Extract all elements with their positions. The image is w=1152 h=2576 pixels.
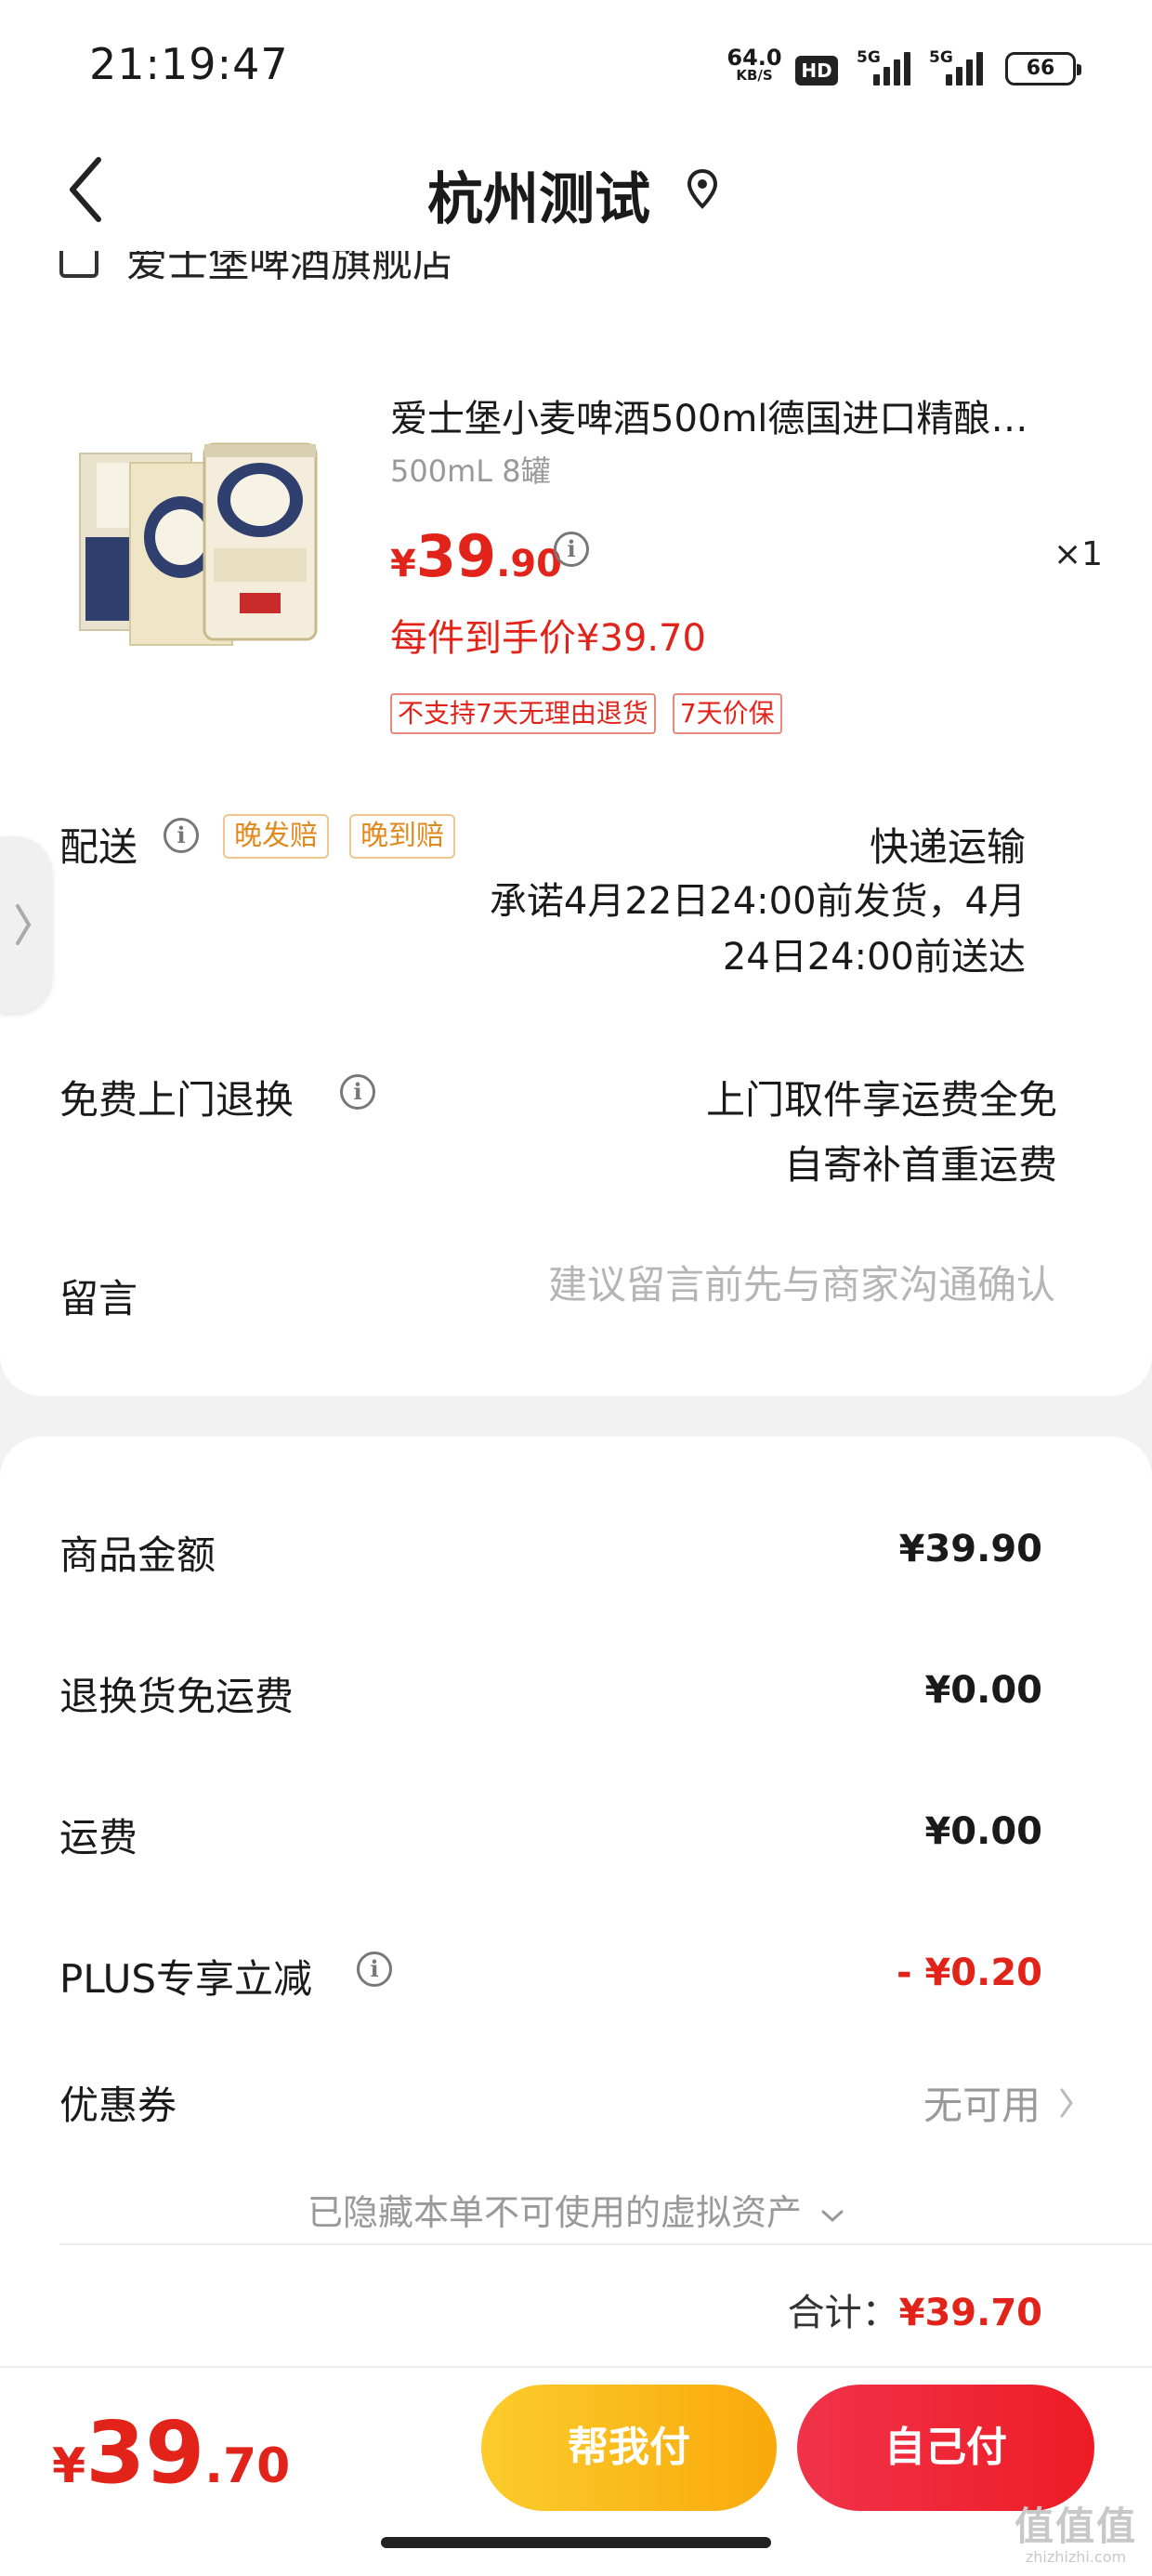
unit-final-price: 每件到手价¥39.70 [390,617,706,660]
watermark: 值值值 zhizhizhi.com [1014,2504,1137,2567]
price-protect-tag: 7天价保 [672,693,782,734]
free-return-label: 免费上门退换 [59,1077,295,1123]
watermark-logo: 值值值 [1014,2504,1137,2549]
delivery-promise: 承诺4月22日24:00前发货，4月24日24:00前送达 [489,880,1026,979]
checkout-currency: ¥ [52,2438,86,2494]
location-pin-icon[interactable] [686,167,719,212]
total-value: ¥39.70 [898,2292,1042,2334]
store-icon [59,251,98,278]
message-input[interactable] [461,1262,1055,1308]
signal-2-icon: 5G [929,48,988,85]
message-label: 留言 [59,1276,138,1321]
goods-amount-value: ¥39.90 [898,1528,1042,1571]
hidden-assets-text: 已隐藏本单不可使用的虚拟资产 [307,2192,802,2233]
late-arrival-compensation-tag: 晚到赔 [349,814,455,859]
checkout-price-integer: 39 [85,2403,205,2503]
shipping-label: 运费 [59,1815,138,1860]
chevron-down-icon [821,2210,844,2223]
product-service-tags: 不支持7天无理由退货 7天价保 [390,693,782,734]
network-speed: 64.0 KB/S [727,46,782,83]
no-7day-return-tag: 不支持7天无理由退货 [390,693,656,734]
product-title[interactable]: 爱士堡小麦啤酒500ml德国进口精酿原浆啤酒 [390,388,1059,442]
return-shipping-label: 退换货免运费 [59,1674,295,1719]
checkout-bar: ¥ 39 .70 帮我付 自己付 值值值 zhizhizhi.com [0,2366,1152,2576]
plus-discount-value: - ¥0.20 [896,1952,1042,1994]
price-integer: 39 [415,522,497,590]
delivery-label: 配送 [59,824,138,870]
checkout-price: ¥ 39 .70 [52,2403,290,2503]
price-decimal: .90 [496,543,562,585]
chevron-right-icon [1060,2088,1073,2117]
total-row: 合计： ¥39.70 [788,2282,1042,2336]
return-self-send-text: 自寄补首重运费 [783,1142,1057,1188]
shipping-value: ¥0.00 [924,1810,1042,1853]
delivery-info-icon[interactable]: i [164,818,199,853]
return-shipping-value: ¥0.00 [924,1669,1042,1712]
signal-1-icon: 5G [857,48,916,85]
chevron-right-icon [16,904,32,945]
product-price: ¥ 39 .90 [390,522,562,590]
checkout-price-decimal: .70 [204,2438,291,2494]
delivery-method[interactable]: 快递运输 [870,816,1026,873]
page-header: 杭州测试 [0,130,1152,251]
plus-discount-label: PLUS专享立减 [59,1956,313,2002]
return-info-icon[interactable]: i [340,1074,375,1110]
network-speed-unit: KB/S [736,67,773,84]
late-ship-compensation-tag: 晚发赔 [223,814,329,859]
delivery-tags: 晚发赔 晚到赔 [223,814,455,859]
friend-pay-button[interactable]: 帮我付 [481,2385,777,2511]
coupon-value: 无可用 [923,2083,1041,2128]
plus-info-icon[interactable]: i [357,1952,392,1987]
coupon-selector[interactable]: 无可用 [923,2074,1074,2131]
battery-icon: 66 [1005,52,1081,85]
product-spec: 500mL 8罐 [390,453,551,489]
total-label: 合计： [787,2292,899,2334]
status-time: 21:19:47 [89,39,289,89]
watermark-url: zhizhizhi.com [1025,2548,1127,2566]
product-image[interactable] [74,426,334,654]
divider [59,2243,1152,2245]
status-bar: 21:19:47 64.0 KB/S HD 5G 5G 66 [0,0,1152,130]
page-title: 杭州测试 [427,167,650,232]
coupon-label: 优惠券 [59,2083,177,2128]
home-indicator[interactable] [381,2537,771,2548]
fee-summary-card: 商品金额 ¥39.90 退换货免运费 ¥0.00 运费 ¥0.00 PLUS专享… [0,1437,1152,2366]
price-currency: ¥ [390,543,416,585]
store-row[interactable]: 爱士堡啤酒旗舰店 [59,251,453,294]
network-speed-value: 64.0 [727,45,782,71]
order-item-card: 爱士堡啤酒旗舰店 爱士堡小麦啤酒500ml德国进口精酿原浆啤酒 500mL 8罐… [0,251,1152,1396]
side-expand-tab[interactable] [0,836,52,1013]
hd-voice-icon: HD [795,56,838,85]
price-info-icon[interactable]: i [554,532,589,567]
store-name: 爱士堡啤酒旗舰店 [126,251,453,286]
self-pay-button[interactable]: 自己付 [797,2385,1094,2511]
return-pickup-text: 上门取件享运费全免 [705,1077,1057,1123]
hidden-assets-toggle[interactable]: 已隐藏本单不可使用的虚拟资产 [0,2184,1152,2235]
goods-amount-label: 商品金额 [59,1532,216,1578]
product-quantity: ×1 [1054,535,1104,573]
